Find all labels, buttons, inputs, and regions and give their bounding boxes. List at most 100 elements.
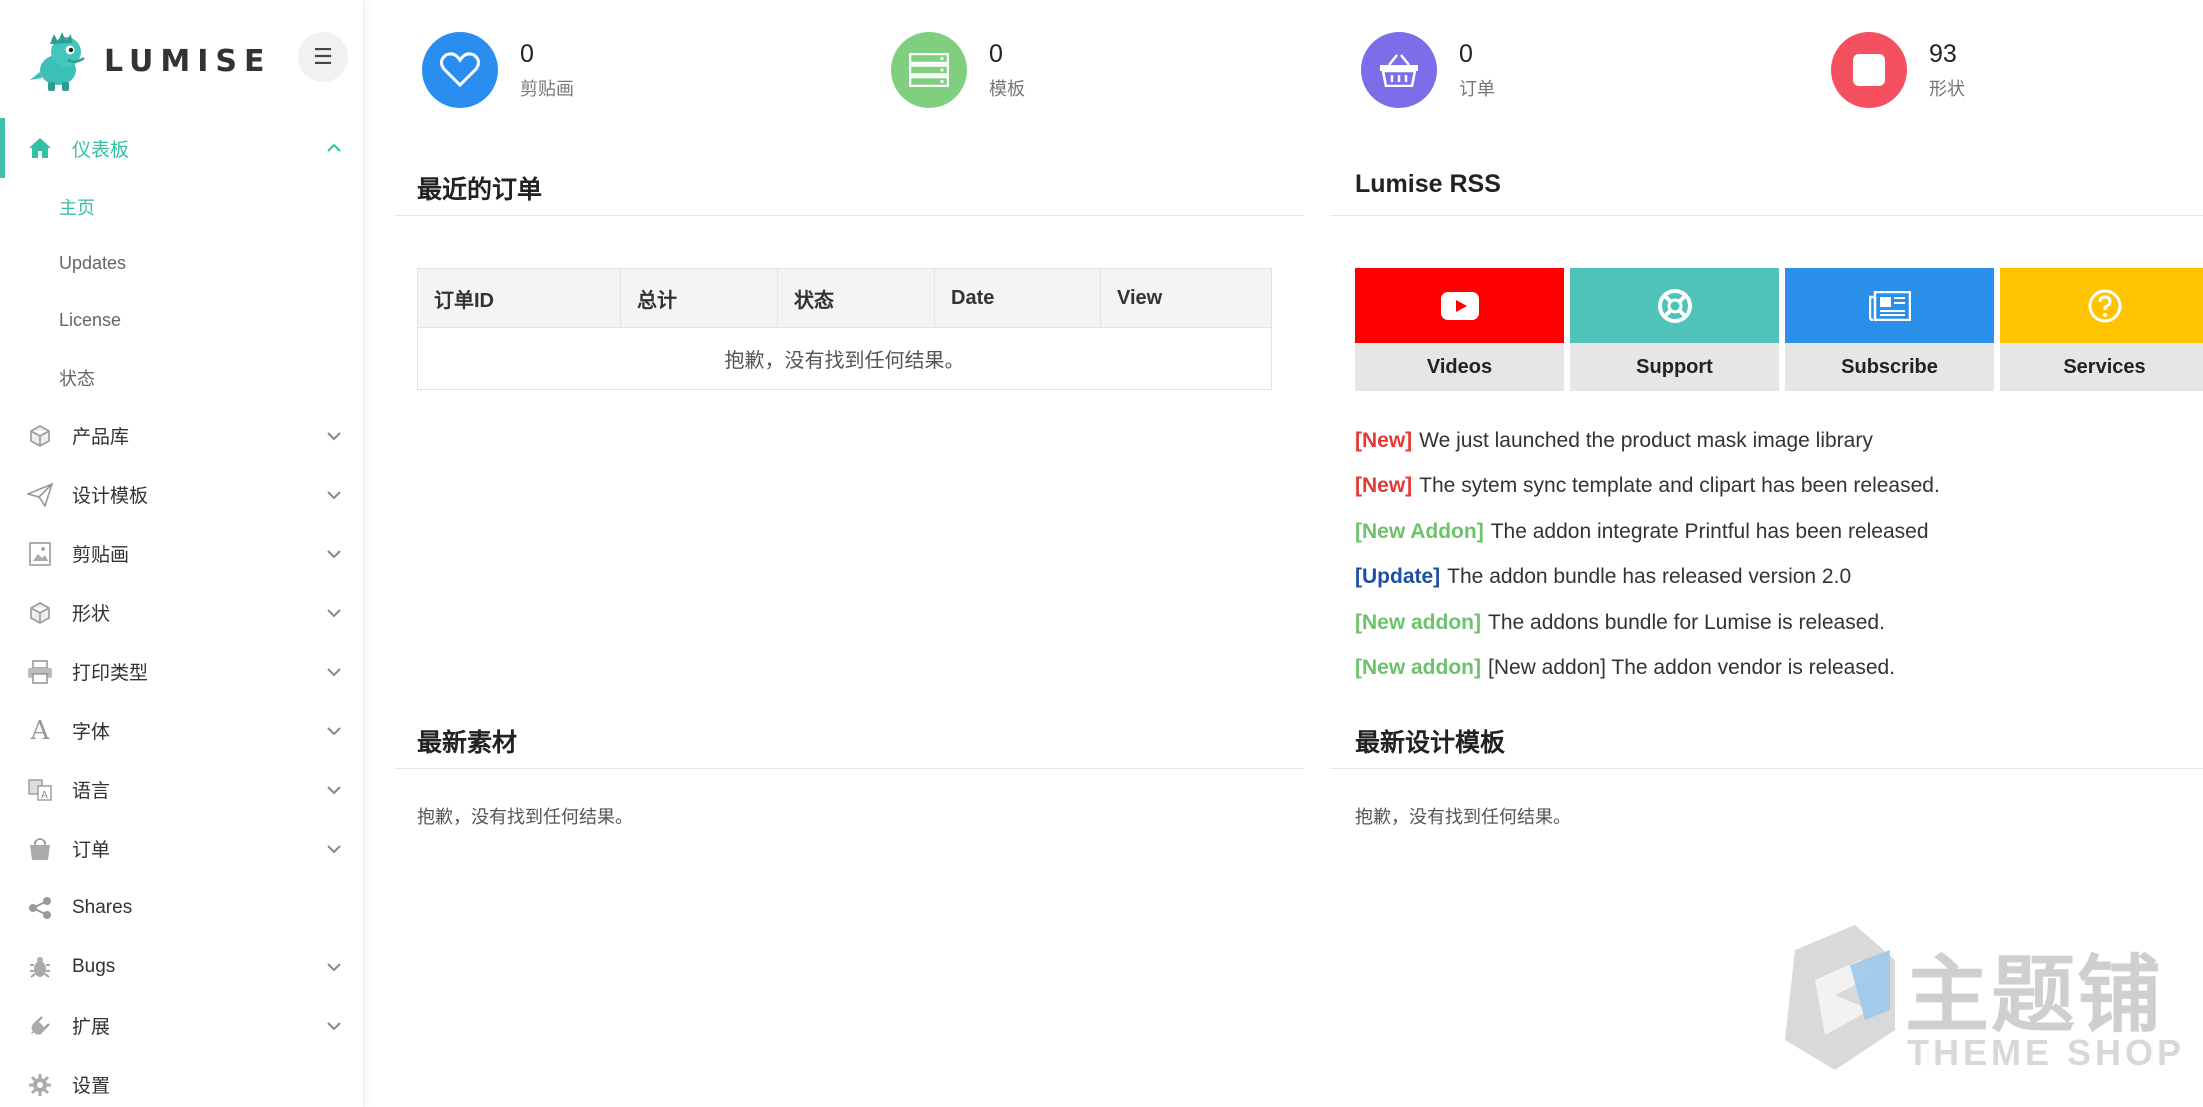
sidebar-item-label: 产品库 xyxy=(72,427,130,448)
paper-plane-icon xyxy=(26,481,54,509)
stat-card-orders[interactable]: 0 订单 xyxy=(1361,16,1761,124)
stat-label: 订单 xyxy=(1459,78,1495,99)
column-header[interactable]: 订单ID xyxy=(417,268,621,328)
sidebar-item-languages[interactable]: A 语言 xyxy=(0,760,364,819)
column-header[interactable]: Date xyxy=(934,268,1101,328)
brand-logo[interactable]: LUMISE xyxy=(28,26,272,96)
news-item[interactable]: [New Addon] The addon integrate Printful… xyxy=(1355,509,1940,555)
news-text: The addons bundle for Lumise is released… xyxy=(1488,610,1885,634)
stat-value: 0 xyxy=(989,39,1003,68)
column-header[interactable]: 总计 xyxy=(620,268,778,328)
chevron-down-icon[interactable] xyxy=(326,1018,342,1034)
divider xyxy=(395,215,1303,216)
news-text: [New addon] The addon vendor is released… xyxy=(1488,656,1896,680)
stat-label: 剪贴画 xyxy=(520,78,574,99)
sidebar-item-label: Bugs xyxy=(72,955,116,977)
stat-card-templates[interactable]: 0 模板 xyxy=(891,16,1291,124)
stat-value: 0 xyxy=(520,39,534,68)
share-icon xyxy=(26,894,54,922)
column-header[interactable]: 状态 xyxy=(777,268,935,328)
sidebar-item-addons[interactable]: 扩展 xyxy=(0,996,364,1055)
rss-tile-videos[interactable]: Videos xyxy=(1355,268,1564,391)
recent-orders-title: 最近的订单 xyxy=(417,176,543,204)
sidebar-item-design-templates[interactable]: 设计模板 xyxy=(0,465,364,524)
svg-text:A: A xyxy=(41,790,48,801)
chevron-down-icon[interactable] xyxy=(326,664,342,680)
chevron-up-icon[interactable] xyxy=(326,140,342,156)
sidebar-subitem-updates[interactable]: Updates xyxy=(0,235,364,292)
watermark-cn: 主题铺 xyxy=(1905,928,2163,1049)
news-text: The addon bundle has released version 2.… xyxy=(1447,565,1852,589)
sidebar-item-label: 形状 xyxy=(72,604,111,625)
divider xyxy=(395,768,1303,769)
sidebar-item-cliparts[interactable]: 剪贴画 xyxy=(0,524,364,583)
sidebar-item-label: 设置 xyxy=(72,1076,111,1097)
menu-toggle-button[interactable]: ☰ xyxy=(298,32,348,82)
news-item[interactable]: [New addon] [New addon] The addon vendor… xyxy=(1355,646,1940,692)
chevron-down-icon[interactable] xyxy=(326,959,342,975)
sidebar-item-label: Shares xyxy=(72,896,133,918)
sidebar-item-products[interactable]: 产品库 xyxy=(0,406,364,465)
divider xyxy=(1330,215,2203,216)
sidebar-item-print-types[interactable]: 打印类型 xyxy=(0,642,364,701)
hamburger-icon: ☰ xyxy=(313,44,333,69)
stat-label: 模板 xyxy=(989,78,1025,99)
stat-value: 0 xyxy=(1459,39,1473,68)
sidebar-subitem-license[interactable]: License xyxy=(0,292,364,349)
sidebar-item-label: 订单 xyxy=(72,840,111,861)
language-icon: A xyxy=(26,776,54,804)
sidebar-item-label: 扩展 xyxy=(72,1017,111,1038)
printer-icon xyxy=(26,658,54,686)
sidebar-item-bugs[interactable]: Bugs xyxy=(0,937,364,996)
stat-value: 93 xyxy=(1929,39,1957,68)
sidebar-item-orders[interactable]: 订单 xyxy=(0,819,364,878)
chevron-down-icon[interactable] xyxy=(326,841,342,857)
watermark-cn-text: 主题铺 xyxy=(1905,948,2164,1042)
news-text: The sytem sync template and clipart has … xyxy=(1419,474,1940,498)
news-text: The addon integrate Printful has been re… xyxy=(1490,519,1929,543)
news-item[interactable]: [New addon] The addons bundle for Lumise… xyxy=(1355,600,1940,646)
sidebar-subitem-status[interactable]: 状态 xyxy=(0,349,364,406)
sidebar-item-shapes[interactable]: 形状 xyxy=(0,583,364,642)
column-header[interactable]: View xyxy=(1100,268,1272,328)
rss-tile-subscribe[interactable]: Subscribe xyxy=(1785,268,1994,391)
table-row: 抱歉，没有找到任何结果。 xyxy=(417,327,1272,390)
chevron-down-icon[interactable] xyxy=(326,782,342,798)
rss-tile-support[interactable]: Support xyxy=(1570,268,1779,391)
stat-label: 形状 xyxy=(1929,78,1965,99)
sidebar-subitem-home[interactable]: 主页 xyxy=(0,178,364,235)
news-item[interactable]: [New] The sytem sync template and clipar… xyxy=(1355,464,1940,510)
shopping-bag-icon xyxy=(26,835,54,863)
news-tag: [New addon] xyxy=(1355,656,1481,680)
sidebar-item-label: 打印类型 xyxy=(72,663,149,684)
sidebar-item-label: 仪表板 xyxy=(72,139,130,161)
chevron-down-icon[interactable] xyxy=(326,605,342,621)
sidebar-item-dashboard[interactable]: 仪表板 xyxy=(0,118,364,178)
news-item[interactable]: [Update] The addon bundle has released v… xyxy=(1355,555,1940,601)
image-icon xyxy=(26,540,54,568)
chevron-down-icon[interactable] xyxy=(326,723,342,739)
youtube-icon xyxy=(1355,268,1564,343)
chevron-down-icon[interactable] xyxy=(326,487,342,503)
chevron-down-icon[interactable] xyxy=(326,546,342,562)
watermark-en: THEME SHOP xyxy=(1907,1032,2186,1073)
chevron-down-icon[interactable] xyxy=(326,428,342,444)
sidebar-item-shares[interactable]: Shares xyxy=(0,878,364,937)
brand-name: LUMISE xyxy=(104,43,272,79)
news-text: We just launched the product mask image … xyxy=(1419,428,1873,452)
table-header-row: 订单ID 总计 状态 Date View xyxy=(417,268,1272,328)
news-item[interactable]: [New] We just launched the product mask … xyxy=(1355,418,1940,464)
sidebar-item-fonts[interactable]: A 字体 xyxy=(0,701,364,760)
dinosaur-logo-icon xyxy=(30,32,85,91)
home-icon xyxy=(26,134,54,162)
sidebar-item-settings[interactable]: 设置 xyxy=(0,1055,364,1107)
question-icon xyxy=(2000,268,2203,343)
gear-icon xyxy=(26,1071,54,1099)
tile-label: Videos xyxy=(1355,343,1564,391)
rss-tile-services[interactable]: Services xyxy=(2000,268,2203,391)
news-tag: [New Addon] xyxy=(1355,519,1484,543)
sidebar-item-label: 设计模板 xyxy=(72,486,149,507)
server-icon xyxy=(891,32,967,108)
stat-card-shapes[interactable]: 93 形状 xyxy=(1831,16,2203,124)
stat-card-cliparts[interactable]: 0 剪贴画 xyxy=(422,16,822,124)
